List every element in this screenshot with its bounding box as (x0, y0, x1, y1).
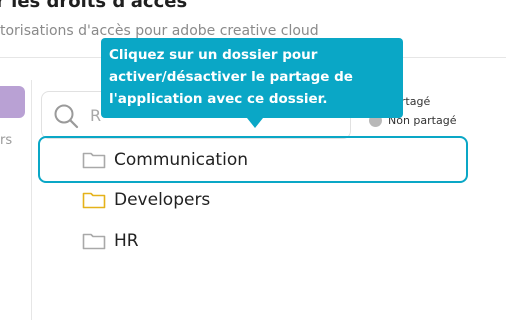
sidebar-divider (31, 80, 32, 320)
tooltip-arrow (247, 118, 263, 128)
page-title: r les droits d'accès (0, 0, 188, 12)
folder-icon (82, 233, 106, 250)
sidebar-item-label: rs (0, 133, 13, 148)
folder-row-hr[interactable]: HR (82, 229, 139, 253)
folder-label: Developers (114, 190, 211, 210)
folder-row-developers[interactable]: Developers (82, 188, 210, 212)
search-icon (54, 104, 79, 129)
folder-label: HR (114, 231, 139, 251)
tooltip: Cliquez sur un dossier pour activer/désa… (101, 38, 403, 118)
folder-row-communication[interactable]: Communication (38, 136, 468, 183)
page-subtitle: torisations d'accès pour adobe creative … (0, 23, 319, 39)
sidebar-active-item[interactable] (0, 86, 25, 118)
folder-icon (82, 192, 106, 209)
folder-label: Communication (114, 149, 248, 170)
folder-icon (82, 152, 106, 168)
